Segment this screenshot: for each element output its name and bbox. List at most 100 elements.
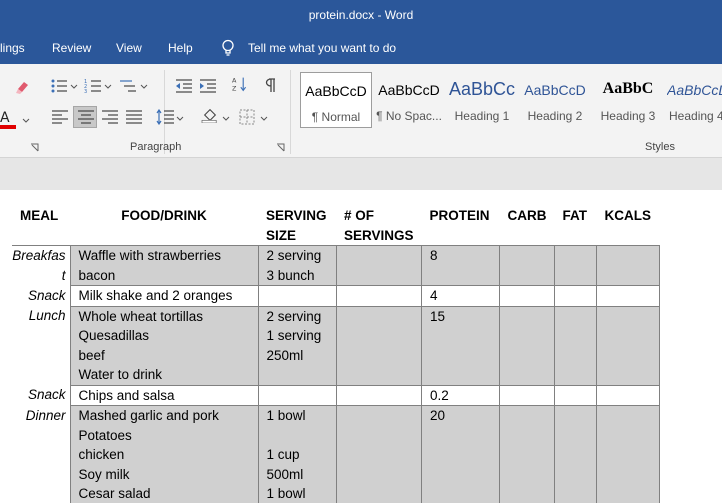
serving-cell[interactable]: [257, 384, 337, 406]
cell-line: bacon: [78, 267, 116, 283]
header-fat[interactable]: FAT: [554, 202, 597, 246]
protein-cell[interactable]: 8: [421, 245, 501, 286]
cell-line: 1 bowl: [266, 486, 306, 501]
servings-cell[interactable]: [335, 245, 423, 286]
carb-cell[interactable]: [499, 384, 556, 406]
fat-cell[interactable]: [554, 245, 598, 286]
kcals-cell[interactable]: [596, 245, 660, 286]
style-name: Heading 3: [600, 109, 656, 123]
kcals-cell[interactable]: [596, 405, 660, 503]
servings-cell[interactable]: [335, 384, 423, 406]
header-num-servings[interactable]: # OF SERVINGS: [336, 202, 422, 246]
carb-cell[interactable]: [499, 405, 556, 503]
food-cell[interactable]: Chips and salsa: [69, 384, 259, 406]
meal-cell[interactable]: Snack: [12, 385, 70, 406]
align-center-icon: [78, 110, 94, 124]
numbering-icon[interactable]: 1 2 3: [84, 78, 104, 94]
style-heading-1[interactable]: AaBbCc Heading 1: [446, 72, 518, 128]
line-spacing-icon[interactable]: [156, 109, 176, 125]
food-cell[interactable]: Mashed garlic and pork Potatoes chicken Soy…: [69, 405, 259, 503]
protein-cell[interactable]: 15: [421, 305, 501, 386]
header-serving-size[interactable]: SERVING SIZE: [258, 202, 336, 246]
carb-cell[interactable]: [499, 245, 556, 286]
food-cell[interactable]: Waffle with strawberries bacon: [69, 245, 259, 286]
align-center-button[interactable]: [73, 106, 97, 128]
fat-cell[interactable]: [554, 305, 598, 386]
style-name: ¶ Normal: [311, 110, 361, 124]
font-color-dropdown-icon[interactable]: [22, 112, 30, 128]
cell-line: Potatoes: [78, 427, 132, 443]
meal-cell[interactable]: Lunch: [12, 306, 70, 385]
style-no-spacing[interactable]: AaBbCcD ¶ No Spac...: [373, 72, 445, 128]
carb-cell[interactable]: [499, 285, 556, 307]
style-name: Heading 4: [669, 109, 722, 123]
borders-icon[interactable]: [238, 109, 258, 125]
carb-cell[interactable]: [499, 305, 556, 386]
cell-line: 0.2: [430, 387, 449, 403]
borders-dropdown-icon[interactable]: [260, 110, 268, 126]
shading-icon[interactable]: [200, 107, 220, 123]
style-heading-4[interactable]: AaBbCcD Heading 4: [665, 72, 722, 128]
kcals-cell[interactable]: [596, 305, 660, 386]
tab-review[interactable]: Review: [52, 41, 91, 55]
style-heading-3[interactable]: AaBbC Heading 3: [592, 72, 664, 128]
header-food-drink[interactable]: FOOD/DRINK: [70, 202, 258, 246]
header-meal[interactable]: MEAL: [12, 202, 70, 246]
multilevel-dropdown-icon[interactable]: [140, 78, 148, 94]
meal-cell[interactable]: Snack: [12, 286, 70, 307]
decrease-indent-icon[interactable]: [174, 78, 194, 94]
table-row: Dinner Mashed garlic and pork Potatoes chic…: [12, 405, 660, 503]
food-cell[interactable]: Whole wheat tortillas Quesadillas beef Wate…: [69, 305, 259, 386]
justify-icon[interactable]: [124, 109, 144, 125]
line-spacing-dropdown-icon[interactable]: [176, 110, 184, 126]
format-painter-icon[interactable]: [12, 79, 32, 95]
font-color-icon[interactable]: A: [0, 108, 22, 130]
shading-dropdown-icon[interactable]: [222, 110, 230, 126]
increase-indent-icon[interactable]: [198, 78, 218, 94]
multilevel-list-icon[interactable]: [118, 78, 138, 94]
meal-cell[interactable]: Dinner: [12, 406, 70, 503]
kcals-cell[interactable]: [596, 285, 660, 307]
tab-view[interactable]: View: [116, 41, 142, 55]
dialog-launcher-icon[interactable]: [276, 143, 285, 152]
protein-cell[interactable]: 4: [421, 285, 501, 307]
show-formatting-icon[interactable]: [260, 77, 280, 93]
meal-cell[interactable]: Breakfast: [12, 246, 70, 286]
header-carb[interactable]: CARB: [499, 202, 555, 246]
sort-icon[interactable]: A Z: [230, 76, 250, 92]
servings-cell[interactable]: [335, 305, 423, 386]
align-left-icon[interactable]: [50, 109, 70, 125]
servings-cell[interactable]: [335, 285, 423, 307]
protein-cell[interactable]: 0.2: [421, 384, 501, 406]
serving-cell[interactable]: 1 bowl 1 cup 500ml 1 bowl: [257, 405, 337, 503]
fat-cell[interactable]: [554, 405, 598, 503]
style-heading-2[interactable]: AaBbCcD Heading 2: [519, 72, 591, 128]
dialog-launcher-icon[interactable]: [30, 143, 39, 152]
kcals-cell[interactable]: [596, 384, 660, 406]
serving-cell[interactable]: 2 serving 1 serving 250ml: [257, 305, 337, 386]
align-right-icon[interactable]: [100, 109, 120, 125]
table-row: Snack Chips and salsa 0.2: [12, 384, 660, 406]
fat-cell[interactable]: [554, 285, 598, 307]
fat-cell[interactable]: [554, 384, 598, 406]
protein-cell[interactable]: 20: [421, 405, 501, 503]
header-protein[interactable]: PROTEIN: [421, 202, 500, 246]
cell-line: Milk shake and 2 oranges: [78, 288, 233, 303]
serving-cell[interactable]: [257, 285, 337, 307]
header-kcals[interactable]: KCALS: [596, 202, 660, 246]
tab-help[interactable]: Help: [168, 41, 193, 55]
table-row: Snack Milk shake and 2 oranges 4: [12, 285, 660, 307]
bullets-icon[interactable]: [50, 78, 70, 94]
lightbulb-icon[interactable]: [221, 39, 235, 57]
bullets-dropdown-icon[interactable]: [70, 78, 78, 94]
tell-me-search[interactable]: Tell me what you want to do: [248, 41, 396, 55]
svg-text:Z: Z: [232, 84, 237, 92]
servings-cell[interactable]: [335, 405, 423, 503]
tab-mailings[interactable]: lings: [0, 41, 25, 55]
style-normal[interactable]: AaBbCcD ¶ Normal: [300, 72, 372, 128]
food-cell[interactable]: Milk shake and 2 oranges: [69, 285, 259, 307]
cell-line: 1 serving: [266, 328, 322, 343]
serving-cell[interactable]: 2 serving 3 bunch: [257, 245, 337, 286]
numbering-dropdown-icon[interactable]: [104, 78, 112, 94]
ribbon-separator: [290, 70, 291, 154]
